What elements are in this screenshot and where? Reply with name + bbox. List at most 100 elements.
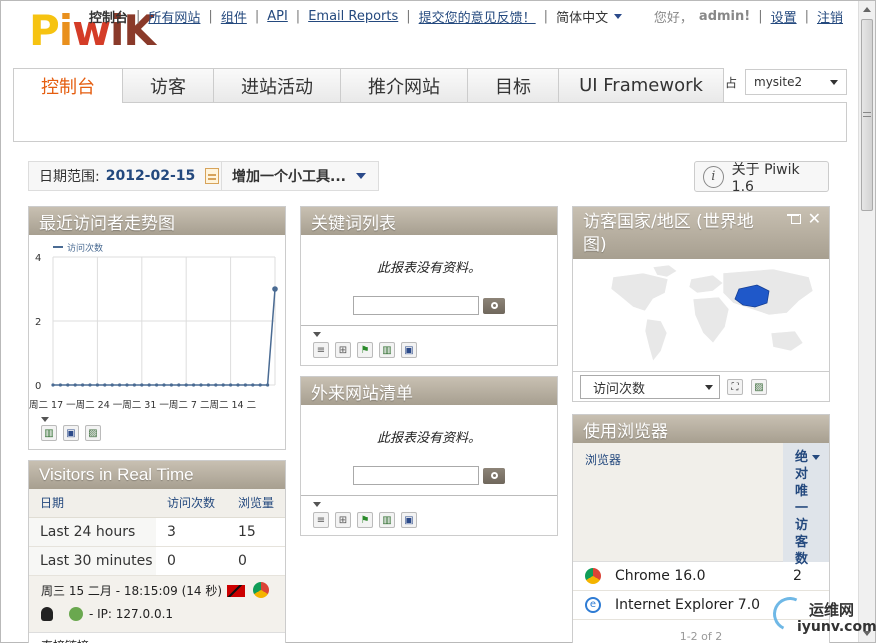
widget-title[interactable]: 外来网站清单	[301, 377, 557, 405]
widget-keywords: 关键词列表 此报表没有资料。 ≡ ⊞ ⚑ ▥ ▣	[300, 206, 558, 366]
column-header[interactable]: 日期	[29, 489, 156, 518]
data-point[interactable]	[221, 383, 225, 387]
flag-icon[interactable]: ⚑	[357, 512, 373, 528]
close-icon[interactable]: ✕	[808, 209, 821, 228]
nav-all-websites[interactable]: 所有网站	[148, 7, 200, 26]
chrome-icon	[253, 581, 269, 598]
tab-visitors[interactable]: 访客	[122, 68, 214, 102]
data-point[interactable]	[110, 383, 114, 387]
website-search-input[interactable]	[353, 466, 479, 485]
browser-name: Internet Explorer 7.0	[615, 597, 761, 613]
table-header-row: 日期 访问次数 浏览量	[29, 489, 285, 518]
chevron-down-icon	[830, 79, 838, 85]
data-point[interactable]	[58, 383, 62, 387]
table-icon[interactable]: ≡	[313, 342, 329, 358]
table-more-icon[interactable]: ⊞	[335, 342, 351, 358]
map-metric-select[interactable]: 访问次数	[580, 375, 720, 399]
data-point[interactable]	[51, 383, 55, 387]
save-icon[interactable]: ▣	[401, 512, 417, 528]
info-icon: i	[703, 165, 724, 188]
save-icon[interactable]: ▣	[63, 425, 79, 441]
data-point[interactable]	[132, 383, 136, 387]
tab-goals[interactable]: 目标	[467, 68, 559, 102]
table-icon[interactable]: ≡	[313, 512, 329, 528]
vertical-scrollbar[interactable]	[858, 1, 875, 642]
image-export-icon[interactable]: ▨	[85, 425, 101, 441]
fullscreen-icon[interactable]: ⛶	[727, 379, 743, 395]
browser-value: 2	[793, 568, 802, 584]
chart-grid	[52, 256, 276, 386]
data-point[interactable]	[192, 383, 196, 387]
x-axis-labels: 周二 17 一周二 24 一周二 31 一周二 7 二周二 14 二	[29, 400, 256, 411]
tab-dashboard[interactable]: 控制台	[13, 68, 123, 103]
settings-link[interactable]: 设置	[771, 7, 797, 26]
flag-icon[interactable]: ⚑	[357, 342, 373, 358]
column-header-unique-visitors[interactable]: 绝对唯一访客数	[783, 443, 829, 567]
nav-email-reports[interactable]: Email Reports	[308, 9, 398, 24]
data-point[interactable]	[199, 383, 203, 387]
data-point[interactable]	[95, 383, 99, 387]
table-row[interactable]: Chrome 16.0 2	[573, 562, 829, 591]
search-button[interactable]	[483, 297, 505, 314]
nav-dashboard[interactable]: 控制台	[89, 7, 128, 26]
widget-title[interactable]: 关键词列表	[301, 207, 557, 235]
data-point[interactable]	[81, 383, 85, 387]
site-selector-value: mysite2	[754, 75, 803, 89]
language-selector[interactable]: 简体中文	[556, 7, 623, 26]
data-point[interactable]	[147, 383, 151, 387]
data-point[interactable]	[103, 383, 107, 387]
widget-title[interactable]: Visitors in Real Time	[29, 461, 285, 489]
data-point[interactable]	[88, 383, 92, 387]
data-point[interactable]	[272, 286, 278, 292]
bar-chart-icon[interactable]: ▥	[41, 425, 57, 441]
bar-chart-icon[interactable]: ▥	[379, 342, 395, 358]
data-point[interactable]	[162, 383, 166, 387]
data-point[interactable]	[66, 383, 70, 387]
widget-title[interactable]: 使用浏览器	[573, 415, 829, 443]
add-widget-button[interactable]: 增加一个小工具...	[221, 161, 379, 191]
data-point[interactable]	[206, 383, 210, 387]
scroll-up-icon[interactable]	[863, 7, 871, 12]
about-piwik-label: 关于 Piwik 1.6	[731, 161, 800, 195]
data-point[interactable]	[266, 383, 270, 387]
data-point[interactable]	[73, 383, 77, 387]
logout-link[interactable]: 注销	[817, 7, 843, 26]
data-point[interactable]	[214, 383, 218, 387]
data-point[interactable]	[118, 383, 122, 387]
nav-widgets[interactable]: 组件	[221, 7, 247, 26]
data-point[interactable]	[258, 383, 262, 387]
about-piwik-button[interactable]: i 关于 Piwik 1.6	[694, 161, 829, 195]
save-icon[interactable]: ▣	[401, 342, 417, 358]
data-point[interactable]	[169, 383, 173, 387]
nav-feedback[interactable]: 提交您的意见反馈！	[419, 7, 536, 26]
keyword-search-input[interactable]	[353, 296, 479, 315]
data-point[interactable]	[251, 383, 255, 387]
tab-actions[interactable]: 进站活动	[213, 68, 341, 102]
date-range-picker[interactable]: 日期范围: 2012-02-15	[28, 161, 229, 191]
column-header[interactable]: 浏览量	[227, 489, 285, 518]
data-point[interactable]	[177, 383, 181, 387]
tab-ui-framework[interactable]: UI Framework	[558, 68, 724, 102]
data-point[interactable]	[125, 383, 129, 387]
search-button[interactable]	[483, 467, 505, 484]
calendar-icon[interactable]	[205, 168, 220, 184]
bar-chart-icon[interactable]: ▥	[379, 512, 395, 528]
chevron-down-icon	[614, 14, 623, 19]
data-point[interactable]	[184, 383, 188, 387]
column-header[interactable]: 访问次数	[156, 489, 227, 518]
data-point[interactable]	[229, 383, 233, 387]
data-point[interactable]	[243, 383, 247, 387]
image-export-icon[interactable]: ▨	[751, 379, 767, 395]
widget-title[interactable]: 最近访问者走势图	[29, 207, 285, 235]
data-point[interactable]	[155, 383, 159, 387]
maximize-icon[interactable]	[791, 214, 801, 224]
data-point[interactable]	[140, 383, 144, 387]
y-tick-label: 0	[35, 381, 41, 392]
tab-referrers[interactable]: 推介网站	[340, 68, 468, 102]
world-map[interactable]	[573, 263, 829, 373]
table-more-icon[interactable]: ⊞	[335, 512, 351, 528]
data-point[interactable]	[236, 383, 240, 387]
site-selector[interactable]: mysite2	[745, 69, 847, 95]
column-header-browser[interactable]: 浏览器	[585, 451, 621, 468]
nav-api[interactable]: API	[267, 9, 288, 24]
